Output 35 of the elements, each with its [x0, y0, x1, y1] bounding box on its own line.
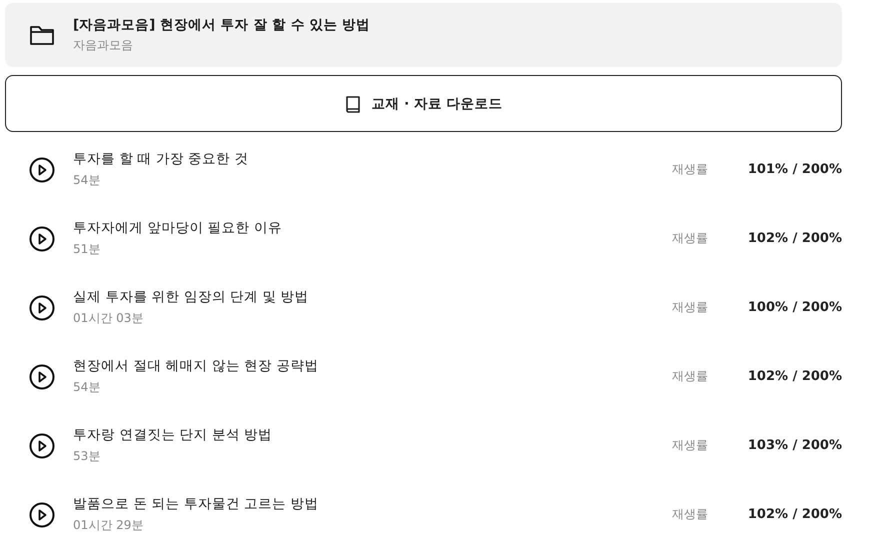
download-button[interactable]: 교재 · 자료 다운로드	[5, 75, 842, 132]
playback-rate-value: 102% / 200%	[746, 369, 842, 384]
play-button[interactable]	[29, 364, 55, 390]
playback-rate-value: 102% / 200%	[746, 231, 842, 246]
lesson-title: 투자랑 연결짓는 단지 분석 방법	[73, 426, 274, 444]
playback-rate-label: 재생률	[672, 368, 709, 385]
lesson-title: 현장에서 절대 헤매지 않는 현장 공략법	[73, 357, 320, 375]
lesson-title: 투자자에게 앞마당이 필요한 이유	[73, 219, 283, 237]
play-button[interactable]	[29, 156, 55, 182]
lesson-title: 실제 투자를 위한 임장의 단계 및 방법	[73, 288, 310, 306]
playback-rate-value: 103% / 200%	[746, 438, 842, 453]
lesson-duration: 54분	[73, 379, 102, 396]
lesson-duration: 54분	[73, 172, 102, 189]
book-icon	[344, 94, 362, 112]
playback-rate-label: 재생률	[672, 506, 709, 523]
course-title: [자음과모음] 현장에서 투자 잘 할 수 있는 방법	[73, 16, 370, 34]
play-button[interactable]	[29, 502, 55, 528]
playback-rate-label: 재생률	[672, 161, 709, 178]
publisher-name: 자음과모음	[73, 37, 134, 54]
lesson-duration: 53분	[73, 448, 102, 465]
playback-rate-label: 재생률	[672, 230, 709, 247]
playback-rate-value: 100% / 200%	[746, 300, 842, 315]
playback-rate-label: 재생률	[672, 299, 709, 316]
play-button[interactable]	[29, 226, 55, 252]
play-button[interactable]	[29, 432, 55, 458]
lesson-title: 발품으로 돈 되는 투자물건 고르는 방법	[73, 495, 320, 513]
lesson-title: 투자를 할 때 가장 중요한 것	[73, 150, 250, 168]
playback-rate-label: 재생률	[672, 437, 709, 454]
lesson-duration: 51분	[73, 241, 102, 258]
play-button[interactable]	[29, 294, 55, 320]
playback-rate-value: 102% / 200%	[746, 507, 842, 522]
lesson-duration: 01시간 03분	[73, 310, 144, 327]
lesson-duration: 01시간 29분	[73, 517, 144, 534]
folder-icon	[29, 24, 55, 46]
playback-rate-value: 101% / 200%	[746, 162, 842, 177]
